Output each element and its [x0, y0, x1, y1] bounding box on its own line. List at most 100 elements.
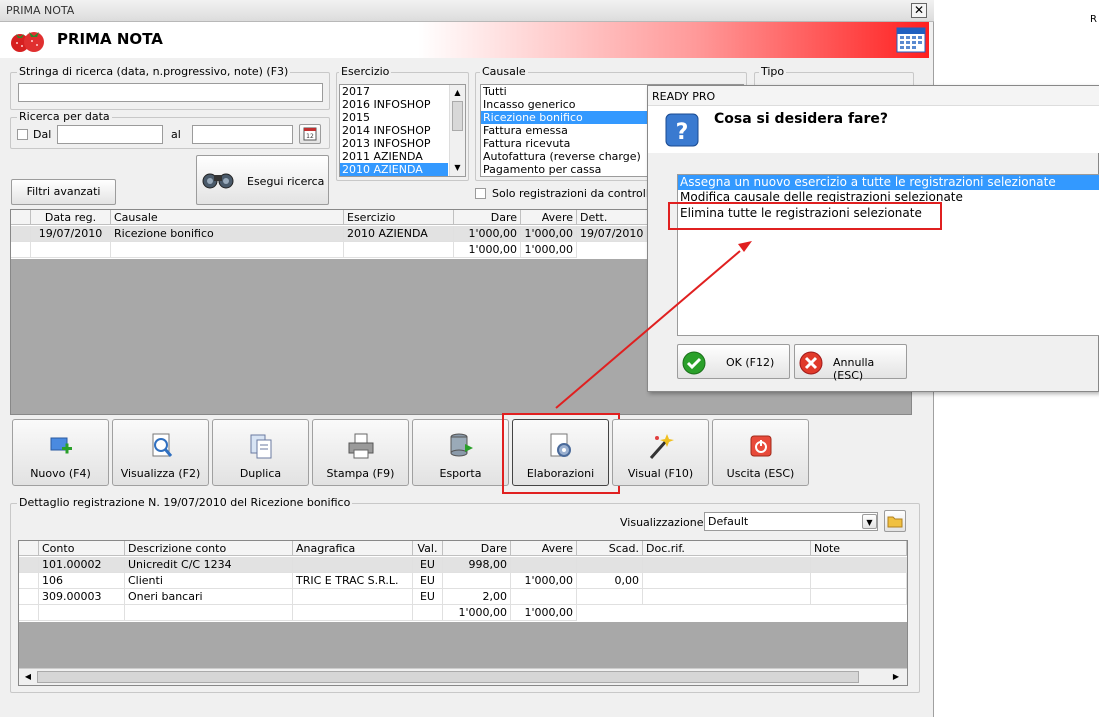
cell-anagrafica [293, 557, 413, 573]
grid-corner [11, 210, 31, 225]
solo-checkbox[interactable] [475, 188, 486, 199]
esercizio-item[interactable]: 2014 INFOSHOP [340, 124, 448, 137]
visual-label: Visual (F10) [627, 467, 694, 480]
table-row[interactable]: 309.00003 Oneri bancari EU 2,00 [19, 589, 907, 605]
col-header[interactable]: Dare [443, 541, 511, 556]
esercizio-item[interactable]: 2015 [340, 111, 448, 124]
row-indicator [19, 589, 39, 605]
filtri-avanzati-button[interactable]: Filtri avanzati [11, 179, 116, 205]
search-input[interactable] [18, 83, 323, 102]
esercizio-listbox[interactable]: 2017 2016 INFOSHOP 2015 2014 INFOSHOP 20… [339, 84, 466, 177]
col-header[interactable]: Avere [521, 210, 577, 225]
view-document-icon [152, 433, 172, 457]
col-header[interactable]: Scad. [577, 541, 643, 556]
cell-avere: 1'000,00 [521, 226, 577, 242]
ok-button[interactable]: OK (F12) [677, 344, 790, 379]
detail-grid[interactable]: Conto Descrizione conto Anagrafica Val. … [18, 540, 908, 686]
scroll-right-icon[interactable]: ▶ [889, 670, 903, 684]
dal-date-field[interactable] [57, 125, 163, 144]
col-header[interactable]: Dare [454, 210, 521, 225]
duplica-button[interactable]: Duplica [212, 419, 309, 486]
cell-scad [577, 589, 643, 605]
esercizio-item[interactable]: 2016 INFOSHOP [340, 98, 448, 111]
cell-dare [443, 573, 511, 589]
col-header[interactable]: Esercizio [344, 210, 454, 225]
cell-esercizio: 2010 AZIENDA [344, 226, 454, 242]
esegui-ricerca-button[interactable]: Esegui ricerca [196, 155, 329, 205]
esercizio-item[interactable]: 2017 [340, 85, 448, 98]
cell-avere: 1'000,00 [511, 573, 577, 589]
cell-docrif [643, 589, 811, 605]
esercizio-item[interactable]: 2013 INFOSHOP [340, 137, 448, 150]
col-header[interactable]: Descrizione conto [125, 541, 293, 556]
nuovo-label: Nuovo (F4) [30, 467, 91, 480]
col-header[interactable]: Avere [511, 541, 577, 556]
folder-button[interactable] [884, 510, 906, 532]
scroll-left-icon[interactable]: ◀ [21, 670, 35, 684]
options-listbox[interactable]: Assegna un nuovo esercizio a tutte le re… [677, 174, 1099, 336]
nuovo-button[interactable]: Nuovo (F4) [12, 419, 109, 486]
table-row[interactable]: 106 Clienti TRIC E TRAC S.R.L. EU 1'000,… [19, 573, 907, 589]
header-banner: PRIMA NOTA [0, 22, 929, 58]
cell-docrif [643, 573, 811, 589]
dialog-header: ? Cosa si desidera fare? [648, 106, 1099, 153]
check-icon [682, 351, 706, 375]
binoculars-icon [202, 173, 234, 189]
cell-conto: 101.00002 [39, 557, 125, 573]
esporta-button[interactable]: Esporta [412, 419, 509, 486]
uscita-button[interactable]: Uscita (ESC) [712, 419, 809, 486]
scroll-down-icon[interactable]: ▼ [450, 161, 465, 175]
chevron-down-icon[interactable]: ▼ [862, 514, 877, 529]
cancel-icon [799, 351, 823, 375]
cell-descrizione: Clienti [125, 573, 293, 589]
scroll-thumb[interactable] [37, 671, 859, 683]
date-picker-button[interactable]: 12 [299, 124, 321, 144]
col-header[interactable]: Doc.rif. [643, 541, 811, 556]
esercizio-scrollbar[interactable]: ▲ ▼ [449, 85, 465, 176]
cell-empty [293, 605, 413, 621]
esporta-label: Esporta [439, 467, 482, 480]
visualizza-button[interactable]: Visualizza (F2) [112, 419, 209, 486]
new-document-icon [50, 437, 72, 454]
background-edge-text: R [1090, 14, 1097, 25]
total-dare: 1'000,00 [454, 242, 521, 258]
visualizzazione-select[interactable]: Default ▼ [704, 512, 878, 531]
detail-label: Dettaglio registrazione N. 19/07/2010 de… [17, 496, 353, 509]
strawberry-logo-icon [11, 32, 44, 52]
col-header[interactable]: Data reg. [31, 210, 111, 225]
dal-checkbox[interactable] [17, 129, 28, 140]
folder-icon [887, 516, 903, 528]
visual-button[interactable]: Visual (F10) [612, 419, 709, 486]
cell-empty [413, 605, 443, 621]
cell-empty [344, 242, 454, 258]
scroll-thumb[interactable] [452, 101, 463, 131]
annulla-button[interactable]: Annulla (ESC) [794, 344, 907, 382]
esercizio-items: 2017 2016 INFOSHOP 2015 2014 INFOSHOP 20… [340, 85, 448, 176]
esercizio-item-selected[interactable]: 2010 AZIENDA [340, 163, 448, 176]
col-header[interactable]: Causale [111, 210, 344, 225]
stampa-button[interactable]: Stampa (F9) [312, 419, 409, 486]
close-button[interactable]: ✕ [911, 3, 927, 18]
col-header[interactable]: Anagrafica [293, 541, 413, 556]
col-header[interactable]: Val. [413, 541, 443, 556]
row-indicator [19, 573, 39, 589]
visualizzazione-label: Visualizzazione : [620, 516, 711, 529]
cell-causale: Ricezione bonifico [111, 226, 344, 242]
option-assegna-esercizio[interactable]: Assegna un nuovo esercizio a tutte le re… [678, 175, 1099, 190]
visualizzazione-value: Default [708, 515, 749, 528]
ready-pro-dialog: READY PRO ? Cosa si desidera fare? Asseg… [647, 85, 1099, 392]
table-row[interactable]: 101.00002 Unicredit C/C 1234 EU 998,00 [19, 557, 907, 573]
uscita-label: Uscita (ESC) [726, 467, 795, 480]
calendar-icon[interactable] [896, 27, 926, 53]
detail-h-scrollbar[interactable]: ◀ ▶ [19, 668, 907, 685]
al-date-field[interactable] [192, 125, 293, 144]
scroll-up-icon[interactable]: ▲ [450, 86, 465, 100]
causale-label: Causale [480, 65, 528, 78]
page-title: PRIMA NOTA [57, 30, 163, 48]
esercizio-item[interactable]: 2011 AZIENDA [340, 150, 448, 163]
cell-conto: 309.00003 [39, 589, 125, 605]
col-header[interactable]: Conto [39, 541, 125, 556]
stampa-label: Stampa (F9) [326, 467, 395, 480]
cell-conto: 106 [39, 573, 125, 589]
col-header[interactable]: Note [811, 541, 907, 556]
